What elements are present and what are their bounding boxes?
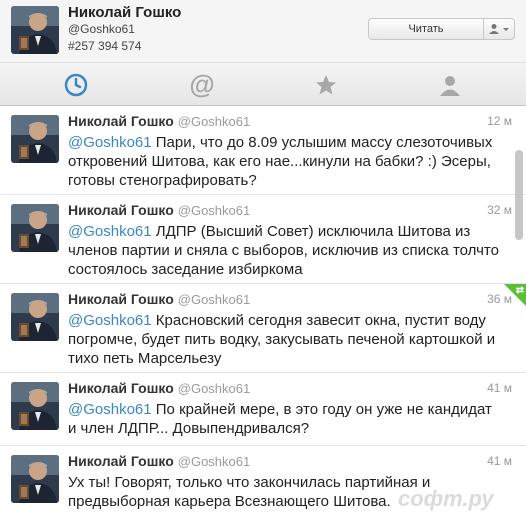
tweet-text: @Goshko61 Красновский сегодня завесит ок… [68, 311, 500, 368]
tweet-author-name: Николай Гошко [68, 291, 174, 307]
clock-icon [64, 73, 88, 96]
profile-name: Николай Гошко [68, 4, 182, 21]
tweet-author[interactable]: Николай Гошко @Goshko61 [68, 453, 250, 469]
scrollbar-thumb[interactable] [515, 150, 523, 240]
tweet-timestamp[interactable]: 32 м [487, 203, 512, 217]
tweet-author-name: Николай Гошко [68, 380, 174, 396]
tweet-mention[interactable]: @Goshko61 [68, 223, 152, 240]
tweet-timestamp[interactable]: 12 м [487, 114, 512, 128]
tweet-mention[interactable]: @Goshko61 [68, 134, 152, 151]
tweet-author-handle: @Goshko61 [177, 203, 251, 218]
profile-handle: @Goshko61 [68, 22, 135, 36]
tweet-author-handle: @Goshko61 [177, 114, 251, 129]
tab-bar: @ [0, 62, 526, 106]
tweet-author[interactable]: Николай Гошко @Goshko61 [68, 113, 250, 129]
star-icon [316, 74, 336, 94]
tweet-avatar[interactable] [11, 455, 59, 503]
tweet-author-name: Николай Гошко [68, 453, 174, 469]
person-icon [440, 75, 460, 96]
tab-mentions[interactable]: @ [140, 63, 264, 106]
tweet-avatar[interactable] [11, 382, 59, 430]
user-menu-button[interactable] [483, 18, 515, 40]
watermark: софт.ру [398, 486, 494, 511]
tweet-body: Ух ты! Говорят, только что закончилась п… [68, 474, 431, 510]
tweet-timestamp[interactable]: 41 м [487, 454, 512, 468]
tweet-mention[interactable]: @Goshko61 [68, 401, 152, 418]
profile-header: Николай Гошко @Goshko61 #257 394 574 Чит… [0, 0, 526, 62]
tab-profile[interactable] [388, 63, 512, 106]
tweet-text: @Goshko61 Пари, что до 8.09 услышим масс… [68, 133, 500, 190]
profile-id: #257 394 574 [68, 39, 142, 53]
tab-timeline[interactable] [14, 63, 138, 106]
tweet-avatar[interactable] [11, 115, 59, 163]
user-dropdown-icon [489, 24, 509, 34]
tweet-author[interactable]: Николай Гошко @Goshko61 [68, 291, 250, 307]
tweet-author-name: Николай Гошко [68, 202, 174, 218]
tab-favorites[interactable] [264, 63, 388, 106]
tweet-text: @Goshko61 По крайней мере, в это году он… [68, 400, 500, 438]
tweet-author-handle: @Goshko61 [177, 292, 251, 307]
tweet-author-name: Николай Гошко [68, 113, 174, 129]
tweet-author-handle: @Goshko61 [177, 454, 251, 469]
tweet-timeline: Николай Гошко @Goshko61 12 м @Goshko61 Пари… [0, 106, 526, 512]
tweet-text: @Goshko61 ЛДПР (Высший Совет) исключила … [68, 222, 500, 279]
at-icon: @ [189, 69, 215, 99]
tweet-timestamp[interactable]: 41 м [487, 381, 512, 395]
follow-button[interactable]: Читать [368, 18, 484, 40]
tweet-avatar[interactable] [11, 293, 59, 341]
tweet-author[interactable]: Николай Гошко @Goshko61 [68, 380, 250, 396]
tweet-row[interactable]: Николай Гошко @Goshko61 36 м @Goshko61 Крас… [0, 284, 526, 373]
tweet-author-handle: @Goshko61 [177, 381, 251, 396]
tweet-row[interactable]: Николай Гошко @Goshko61 12 м @Goshko61 Пари… [0, 106, 526, 195]
tweet-row[interactable]: Николай Гошко @Goshko61 32 м @Goshko61 ЛДПР… [0, 195, 526, 284]
tweet-mention[interactable]: @Goshko61 [68, 312, 152, 329]
tweet-row[interactable]: Николай Гошко @Goshko61 41 м @Goshko61 По к… [0, 373, 526, 446]
tweet-avatar[interactable] [11, 204, 59, 252]
tweet-author[interactable]: Николай Гошко @Goshko61 [68, 202, 250, 218]
profile-avatar[interactable] [11, 6, 59, 54]
retweet-arrow-icon: ⇄ [515, 285, 524, 296]
